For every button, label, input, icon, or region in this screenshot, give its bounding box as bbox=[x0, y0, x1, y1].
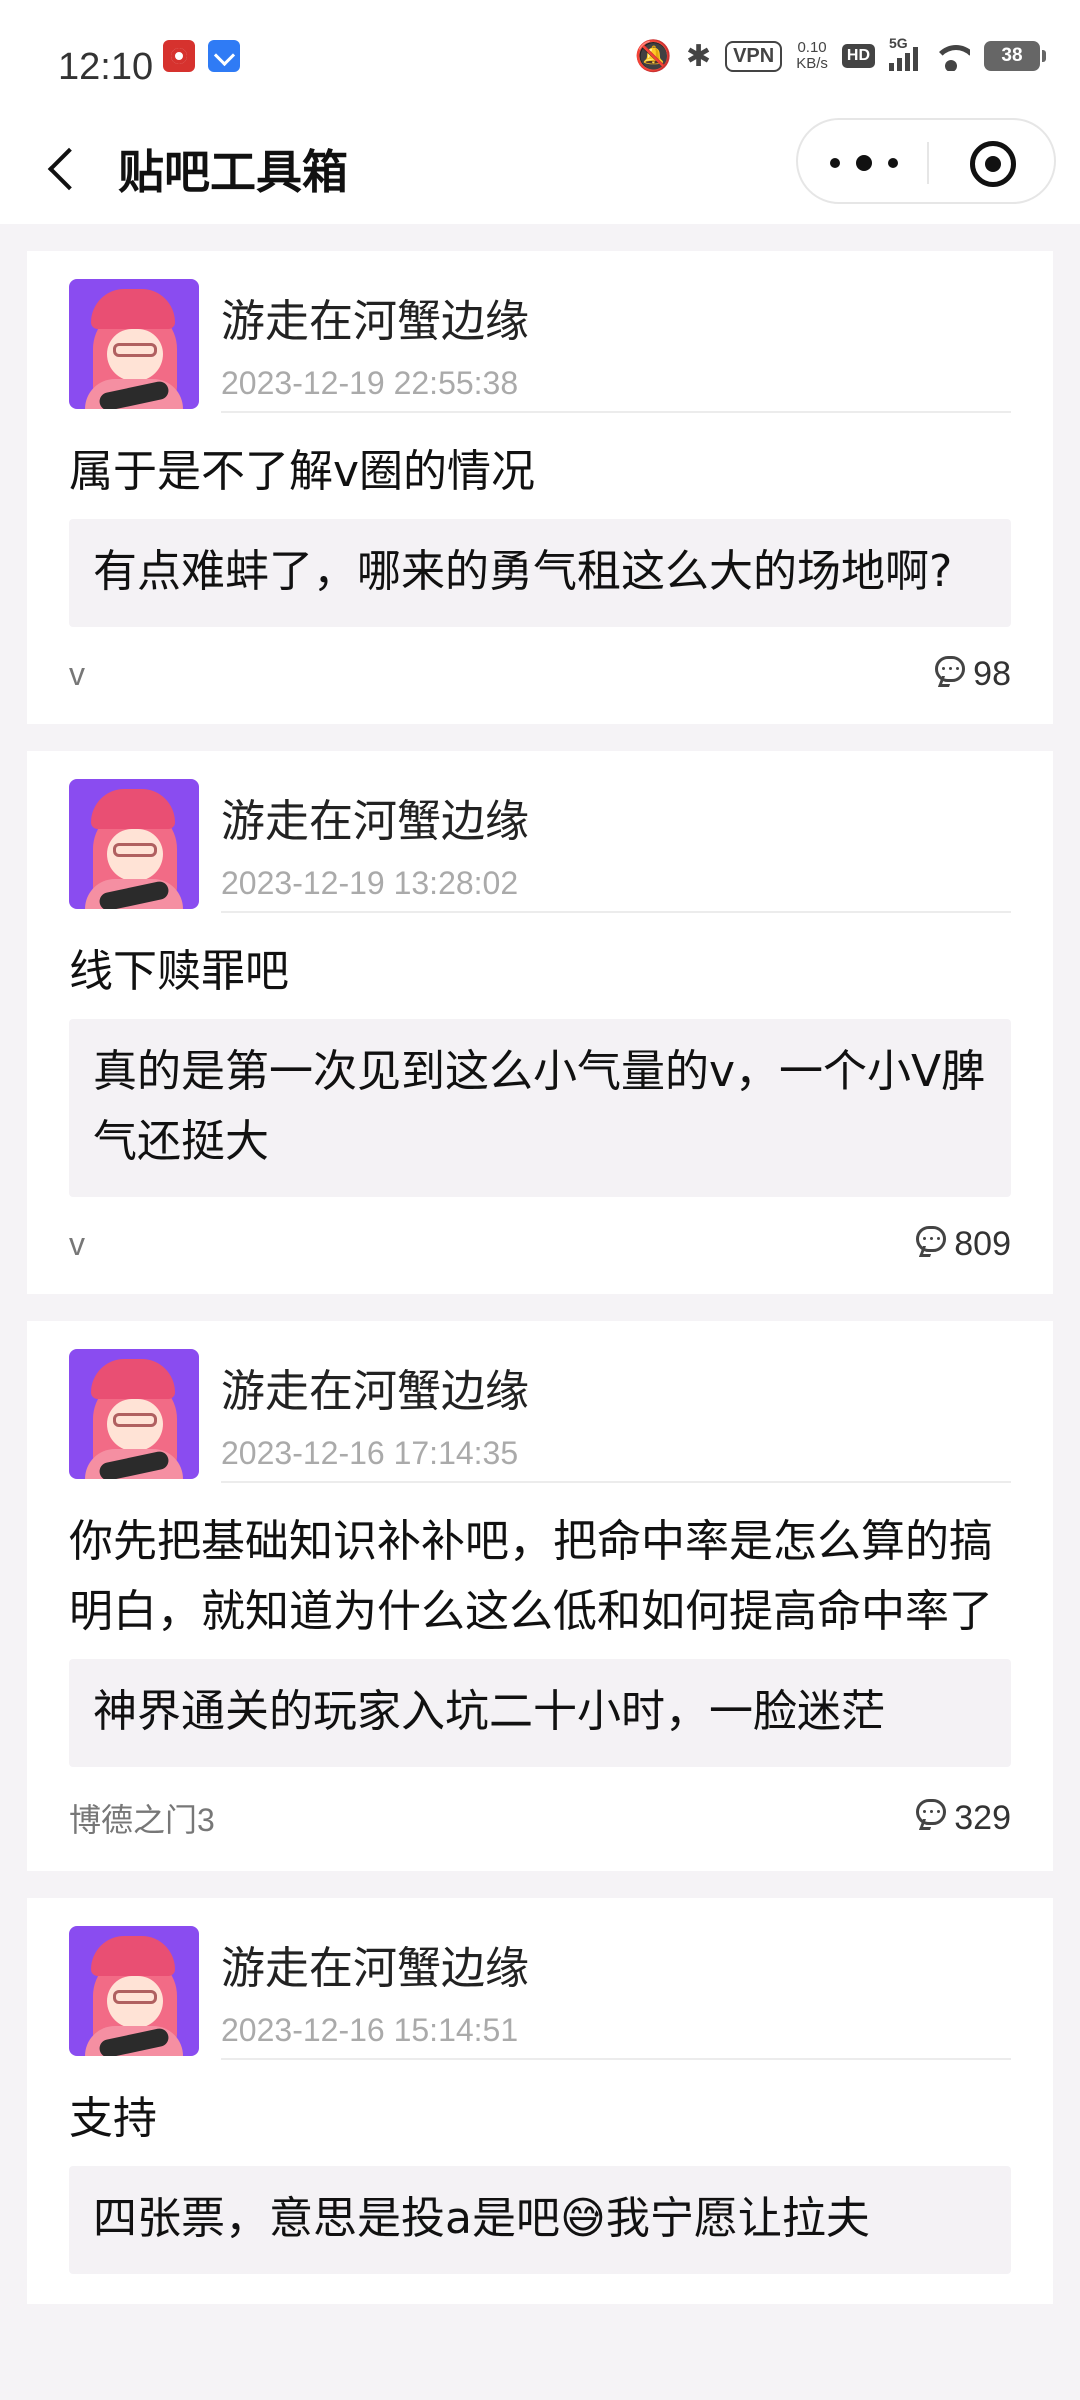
post-time: 2023-12-16 17:14:35 bbox=[221, 1435, 519, 1471]
post-header: 游走在河蟹边缘 2023-12-16 17:14:35 bbox=[69, 1349, 1011, 1493]
post-footer: 博德之门3 329 bbox=[69, 1795, 1011, 1841]
reply-content: 支持 bbox=[69, 2093, 157, 2144]
quoted-thread-title[interactable]: 有点难蚌了，哪来的勇气租这么大的场地啊? bbox=[69, 519, 1011, 627]
post-card[interactable]: 游走在河蟹边缘 2023-12-19 22:55:38 属于是不了解v圈的情况 … bbox=[27, 251, 1053, 724]
network-speed: 0.10 KB/s bbox=[796, 40, 828, 72]
avatar[interactable] bbox=[69, 779, 199, 909]
close-miniprogram-icon[interactable] bbox=[970, 141, 1016, 187]
quoted-thread-title[interactable]: 神界通关的玩家入坑二十小时，一脸迷茫 bbox=[69, 1659, 1011, 1767]
reply-count: 329 bbox=[916, 1799, 1011, 1838]
navigation-bar: 贴吧工具箱 bbox=[0, 112, 1080, 224]
battery-icon: 38 bbox=[984, 41, 1046, 71]
post-time: 2023-12-19 22:55:38 bbox=[221, 365, 519, 401]
reply-count-value: 329 bbox=[954, 1798, 1011, 1837]
post-header: 游走在河蟹边缘 2023-12-19 13:28:02 bbox=[69, 779, 1011, 923]
post-meta: 游走在河蟹边缘 2023-12-19 13:28:02 bbox=[221, 779, 1011, 913]
forum-name[interactable]: 博德之门3 bbox=[69, 1795, 215, 1841]
signal-icon: 5G bbox=[889, 35, 918, 71]
vpn-badge: VPN bbox=[725, 40, 783, 72]
status-bar: 12:10 🔕 ✱ VPN 0.10 KB/s HD 5G 38 bbox=[0, 0, 1080, 112]
mute-bell-icon: 🔕 bbox=[634, 39, 672, 73]
avatar[interactable] bbox=[69, 279, 199, 409]
speed-value: 0.10 bbox=[797, 39, 827, 56]
author-name[interactable]: 游走在河蟹边缘 bbox=[221, 285, 1011, 349]
post-footer: v 809 bbox=[69, 1225, 1011, 1264]
page-title: 贴吧工具箱 bbox=[118, 145, 348, 199]
reply-count-value: 98 bbox=[973, 655, 1011, 693]
reply-content: 属于是不了解v圈的情况 bbox=[69, 446, 536, 497]
speed-unit: KB/s bbox=[796, 55, 828, 72]
reply-count-value: 809 bbox=[954, 1225, 1011, 1263]
comment-icon bbox=[935, 655, 966, 682]
author-name[interactable]: 游走在河蟹边缘 bbox=[221, 1355, 1011, 1419]
post-footer: v 98 bbox=[69, 655, 1011, 694]
post-card[interactable]: 游走在河蟹边缘 2023-12-16 15:14:51 支持 四张票，意思是投a… bbox=[27, 1898, 1053, 2304]
post-card[interactable]: 游走在河蟹边缘 2023-12-19 13:28:02 线下赎罪吧 真的是第一次… bbox=[27, 751, 1053, 1294]
author-name[interactable]: 游走在河蟹边缘 bbox=[221, 785, 1011, 849]
hd-badge: HD bbox=[841, 44, 875, 68]
notification-app-icon bbox=[163, 40, 195, 72]
status-time: 12:10 bbox=[58, 46, 154, 88]
avatar[interactable] bbox=[69, 1926, 199, 2056]
comment-icon bbox=[916, 1799, 947, 1825]
bluetooth-icon: ✱ bbox=[685, 39, 712, 73]
reply-content: 你先把基础知识补补吧，把命中率是怎么算的搞明白，就知道为什么这么低和如何提高命中… bbox=[69, 1516, 993, 1637]
forum-name[interactable]: v bbox=[69, 1226, 85, 1263]
status-icons: 🔕 ✱ VPN 0.10 KB/s HD 5G 38 bbox=[634, 34, 1046, 78]
quoted-thread-title[interactable]: 四张票，意思是投a是吧😅我宁愿让拉夫 bbox=[69, 2166, 1011, 2274]
capsule-divider bbox=[927, 142, 929, 184]
reply-count: 98 bbox=[935, 655, 1011, 694]
avatar[interactable] bbox=[69, 1349, 199, 1479]
reply-content: 线下赎罪吧 bbox=[69, 946, 289, 997]
more-menu-button[interactable] bbox=[830, 147, 898, 179]
post-header: 游走在河蟹边缘 2023-12-16 15:14:51 bbox=[69, 1926, 1011, 2070]
post-list: 游走在河蟹边缘 2023-12-19 22:55:38 属于是不了解v圈的情况 … bbox=[27, 251, 1053, 2331]
post-header: 游走在河蟹边缘 2023-12-19 22:55:38 bbox=[69, 279, 1011, 423]
battery-level: 38 bbox=[1001, 45, 1023, 66]
reply-count: 809 bbox=[916, 1225, 1011, 1264]
wifi-icon bbox=[932, 41, 970, 71]
post-card[interactable]: 游走在河蟹边缘 2023-12-16 17:14:35 你先把基础知识补补吧，把… bbox=[27, 1321, 1053, 1871]
notification-app-icon-2 bbox=[208, 40, 240, 72]
back-arrow-icon[interactable] bbox=[40, 142, 88, 194]
author-name[interactable]: 游走在河蟹边缘 bbox=[221, 1932, 1011, 1996]
mini-program-capsule bbox=[796, 118, 1056, 204]
post-time: 2023-12-19 13:28:02 bbox=[221, 865, 519, 901]
network-type: 5G bbox=[889, 35, 908, 51]
forum-name[interactable]: v bbox=[69, 656, 85, 693]
post-meta: 游走在河蟹边缘 2023-12-19 22:55:38 bbox=[221, 279, 1011, 413]
post-meta: 游走在河蟹边缘 2023-12-16 17:14:35 bbox=[221, 1349, 1011, 1483]
quoted-thread-title[interactable]: 真的是第一次见到这么小气量的v，一个小V脾气还挺大 bbox=[69, 1019, 1011, 1197]
post-meta: 游走在河蟹边缘 2023-12-16 15:14:51 bbox=[221, 1926, 1011, 2060]
post-time: 2023-12-16 15:14:51 bbox=[221, 2012, 519, 2048]
comment-icon bbox=[916, 1225, 947, 1252]
